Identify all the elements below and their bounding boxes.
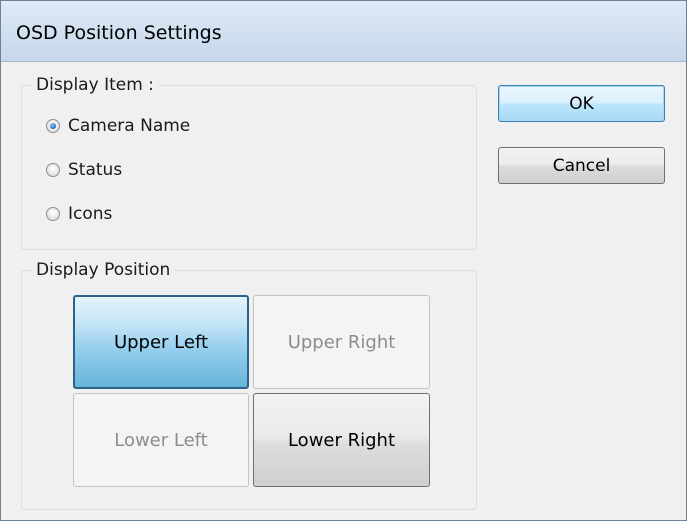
title-bar: OSD Position Settings bbox=[1, 1, 686, 62]
upper-right-label: Upper Right bbox=[287, 331, 396, 353]
display-position-legend: Display Position bbox=[32, 259, 175, 281]
upper-left-label: Upper Left bbox=[113, 331, 209, 353]
radio-label: Status bbox=[68, 160, 123, 180]
upper-right-position-button: Upper Right bbox=[253, 295, 430, 389]
cancel-button-label: Cancel bbox=[552, 155, 611, 176]
ok-button-label: OK bbox=[569, 93, 594, 114]
osd-position-settings-dialog: OSD Position Settings Display Item : Cam… bbox=[0, 0, 687, 521]
radio-label: Icons bbox=[68, 204, 113, 224]
cancel-button[interactable]: Cancel bbox=[498, 147, 665, 184]
radio-icons[interactable]: Icons bbox=[46, 202, 112, 226]
lower-left-position-button: Lower Left bbox=[73, 393, 249, 487]
radio-label: Camera Name bbox=[68, 116, 191, 136]
display-item-group: Display Item : Camera Name Status Icons bbox=[21, 74, 477, 250]
radio-button-checked-icon[interactable] bbox=[46, 119, 60, 133]
dialog-title: OSD Position Settings bbox=[16, 22, 222, 44]
lower-right-position-button[interactable]: Lower Right bbox=[253, 393, 430, 487]
upper-left-position-button[interactable]: Upper Left bbox=[73, 295, 249, 389]
display-item-legend: Display Item : bbox=[32, 74, 158, 96]
radio-button-icon[interactable] bbox=[46, 163, 60, 177]
radio-button-icon[interactable] bbox=[46, 207, 60, 221]
lower-left-label: Lower Left bbox=[114, 429, 208, 451]
lower-right-label: Lower Right bbox=[287, 429, 396, 451]
display-position-group: Display Position Upper Left Upper Right … bbox=[21, 259, 477, 510]
radio-camera-name[interactable]: Camera Name bbox=[46, 114, 190, 138]
ok-button[interactable]: OK bbox=[498, 85, 665, 122]
radio-status[interactable]: Status bbox=[46, 158, 122, 182]
